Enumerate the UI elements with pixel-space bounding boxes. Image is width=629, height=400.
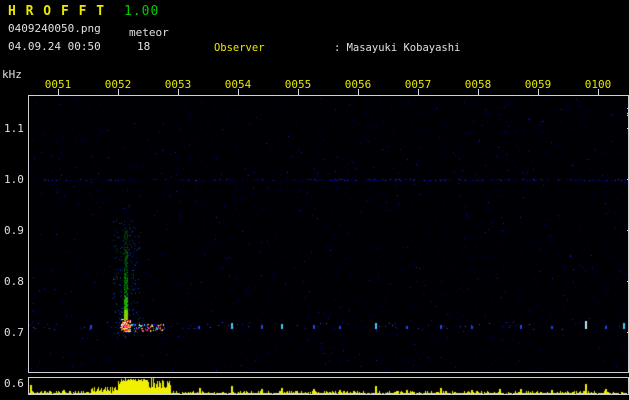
info-label: Observer (213, 42, 265, 54)
start-datetime: 04.09.24 00:50 (8, 40, 101, 53)
freq-tick-label: 1.0 (4, 173, 24, 186)
output-filename: 0409240050.png (8, 22, 101, 35)
freq-tick-label: 0.7 (4, 326, 24, 339)
freq-tick-label: 0.9 (4, 224, 24, 237)
freq-tick-label: 0.6 (4, 377, 24, 390)
echo-count: 18 (137, 40, 151, 53)
hrofft-screenshot: H R O F F T 1.00 0409240050.png meteor 0… (0, 0, 629, 400)
level-canvas (29, 378, 627, 394)
mode-label: meteor (129, 26, 169, 39)
freq-tick-label: 1.1 (4, 122, 24, 135)
app-title: H R O F F T (8, 4, 106, 19)
info-value: : Masayuki Kobayashi (333, 42, 461, 54)
freq-unit-label: kHz (2, 68, 22, 81)
app-version: 1.00 (124, 4, 160, 19)
spectrogram-canvas (29, 96, 627, 372)
info-row-observer: Observer : Masayuki Kobayashi (176, 29, 629, 68)
freq-tick-label: 0.8 (4, 275, 24, 288)
